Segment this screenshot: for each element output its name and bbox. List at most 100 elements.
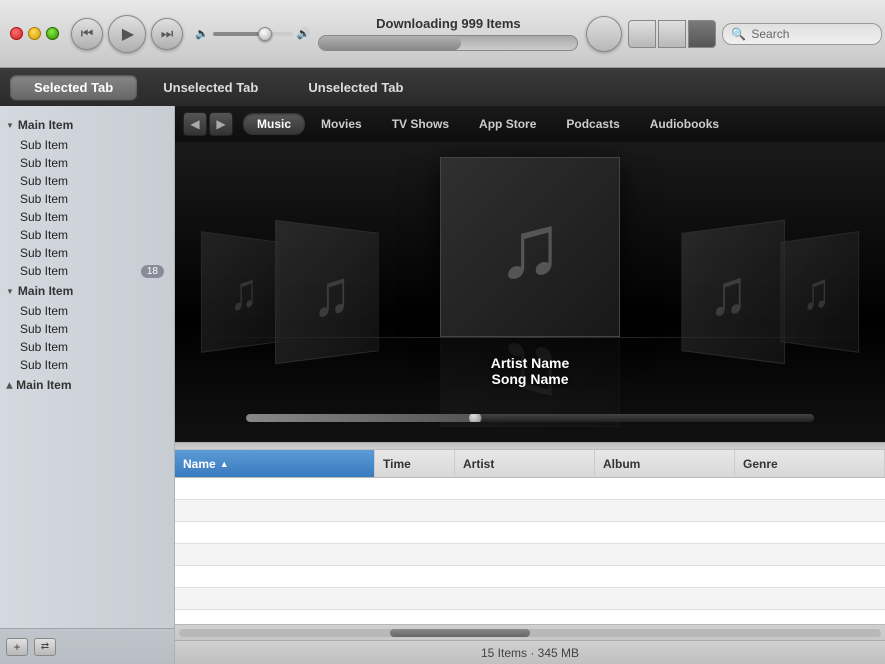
sidebar-badge-1: 18	[141, 265, 164, 278]
column-header-genre[interactable]: Genre	[735, 450, 885, 477]
table-row[interactable]	[175, 500, 885, 522]
toolbar: ⏮ ▶ ⏭ 🔈 🔊 Downloading 999 Items 🔍	[0, 0, 885, 68]
add-item-button[interactable]: +	[6, 638, 28, 656]
search-box[interactable]: 🔍 Search	[722, 23, 882, 45]
tab-unselected-2[interactable]: Unselected Tab	[284, 75, 427, 100]
rewind-button[interactable]: ⏮	[71, 18, 103, 50]
horizontal-scrollbar[interactable]	[175, 624, 885, 640]
close-button[interactable]	[10, 27, 23, 40]
list-item[interactable]: Sub Item	[0, 338, 174, 356]
volume-slider[interactable]	[213, 32, 293, 36]
table-row[interactable]	[175, 478, 885, 500]
status-bar: 15 Items · 345 MB	[175, 640, 885, 664]
column-header-time[interactable]: Time	[375, 450, 455, 477]
sidebar-scroll[interactable]: ▼ Main Item Sub Item Sub Item Sub Item S…	[0, 106, 174, 628]
scroll-track	[179, 629, 881, 637]
search-input[interactable]: Search	[751, 27, 873, 41]
table-body[interactable]	[175, 478, 885, 624]
fast-forward-icon: ⏭	[161, 25, 174, 42]
play-icon: ▶	[122, 24, 134, 44]
status-text: 15 Items · 345 MB	[481, 646, 579, 660]
album-cover-center: ♫	[440, 157, 620, 337]
sidebar: ▼ Main Item Sub Item Sub Item Sub Item S…	[0, 106, 175, 664]
list-view-button[interactable]	[628, 20, 656, 48]
search-icon: 🔍	[731, 27, 746, 41]
window-controls	[10, 27, 59, 40]
list-item[interactable]: Sub Item	[0, 226, 174, 244]
nav-items: Music Movies TV Shows App Store Podcasts…	[243, 113, 733, 135]
music-note-icon: ♫	[802, 261, 830, 323]
main-content: ▼ Main Item Sub Item Sub Item Sub Item S…	[0, 106, 885, 664]
album-view-button[interactable]	[658, 20, 686, 48]
content-pane: ◀ ▶ Music Movies TV Shows App Store Podc…	[175, 106, 885, 664]
nav-forward-button[interactable]: ▶	[209, 112, 233, 136]
shuffle-button[interactable]: ⇄	[34, 638, 56, 656]
scrubber-fill	[246, 414, 473, 422]
sidebar-group-1-items: Sub Item Sub Item Sub Item Sub Item Sub …	[0, 136, 174, 280]
fast-forward-button[interactable]: ⏭	[151, 18, 183, 50]
list-item[interactable]: Sub Item 18	[0, 262, 174, 280]
list-item[interactable]: Sub Item	[0, 172, 174, 190]
nav-item-movies[interactable]: Movies	[307, 113, 376, 135]
table-row[interactable]	[175, 566, 885, 588]
right-controls: 🔍 Search	[586, 16, 882, 52]
expand-icon-3: ▶	[5, 382, 14, 388]
coverflow-button[interactable]	[586, 16, 622, 52]
list-item[interactable]: Sub Item	[0, 320, 174, 338]
volume-knob	[258, 27, 272, 41]
table-header: Name ▲ Time Artist Album Genre	[175, 450, 885, 478]
tab-unselected-1[interactable]: Unselected Tab	[139, 75, 282, 100]
pane-divider[interactable]	[175, 442, 885, 450]
sidebar-group-main-item-3[interactable]: ▶ Main Item	[0, 374, 174, 396]
nav-item-music[interactable]: Music	[243, 113, 305, 135]
list-item[interactable]: Sub Item	[0, 356, 174, 374]
tab-selected[interactable]: Selected Tab	[10, 75, 137, 100]
table-row[interactable]	[175, 522, 885, 544]
volume-high-icon: 🔊	[297, 27, 311, 40]
nav-back-button[interactable]: ◀	[183, 112, 207, 136]
cover-flow[interactable]: ♫ ♫ ♫ ♫ ♫ ♫	[175, 142, 885, 442]
nav-item-tvshows[interactable]: TV Shows	[378, 113, 463, 135]
transport-controls: ⏮ ▶ ⏭	[71, 15, 183, 53]
scrubber-bar[interactable]	[246, 414, 814, 422]
volume-control: 🔈 🔊	[195, 27, 310, 40]
sidebar-group-main-item-1[interactable]: ▼ Main Item	[0, 114, 174, 136]
music-note-icon: ♫	[709, 253, 747, 331]
table-row[interactable]	[175, 610, 885, 624]
table-row[interactable]	[175, 588, 885, 610]
grid-view-button[interactable]	[688, 20, 716, 48]
table-row[interactable]	[175, 544, 885, 566]
maximize-button[interactable]	[46, 27, 59, 40]
table-area: Name ▲ Time Artist Album Genre	[175, 450, 885, 624]
list-item[interactable]: Sub Item	[0, 244, 174, 262]
music-note-icon: ♫	[312, 253, 350, 331]
expand-icon-2: ▼	[6, 287, 14, 296]
list-item[interactable]: Sub Item	[0, 190, 174, 208]
sidebar-group-2-items: Sub Item Sub Item Sub Item Sub Item	[0, 302, 174, 374]
album-cover-right: ♫	[681, 220, 784, 364]
nav-item-podcasts[interactable]: Podcasts	[552, 113, 633, 135]
scroll-thumb[interactable]	[390, 629, 530, 637]
download-title: Downloading 999 Items	[376, 16, 520, 31]
music-note-icon-center: ♫	[496, 196, 564, 299]
minimize-button[interactable]	[28, 27, 41, 40]
column-header-album[interactable]: Album	[595, 450, 735, 477]
sidebar-group-label-1: Main Item	[18, 118, 73, 132]
list-item[interactable]: Sub Item	[0, 208, 174, 226]
column-header-artist[interactable]: Artist	[455, 450, 595, 477]
nav-item-appstore[interactable]: App Store	[465, 113, 550, 135]
list-item[interactable]: Sub Item	[0, 136, 174, 154]
play-button[interactable]: ▶	[108, 15, 146, 53]
list-item[interactable]: Sub Item	[0, 302, 174, 320]
nav-item-audiobooks[interactable]: Audiobooks	[636, 113, 733, 135]
sidebar-group-label-2: Main Item	[18, 284, 73, 298]
list-item[interactable]: Sub Item	[0, 154, 174, 172]
reflection-line	[175, 337, 885, 338]
artist-name: Artist Name	[491, 355, 570, 371]
sort-arrow-icon: ▲	[220, 459, 229, 469]
song-name: Song Name	[491, 371, 570, 387]
sidebar-group-main-item-2[interactable]: ▼ Main Item	[0, 280, 174, 302]
column-header-name[interactable]: Name ▲	[175, 450, 375, 477]
sidebar-footer: + ⇄	[0, 628, 174, 664]
volume-low-icon: 🔈	[195, 27, 209, 40]
